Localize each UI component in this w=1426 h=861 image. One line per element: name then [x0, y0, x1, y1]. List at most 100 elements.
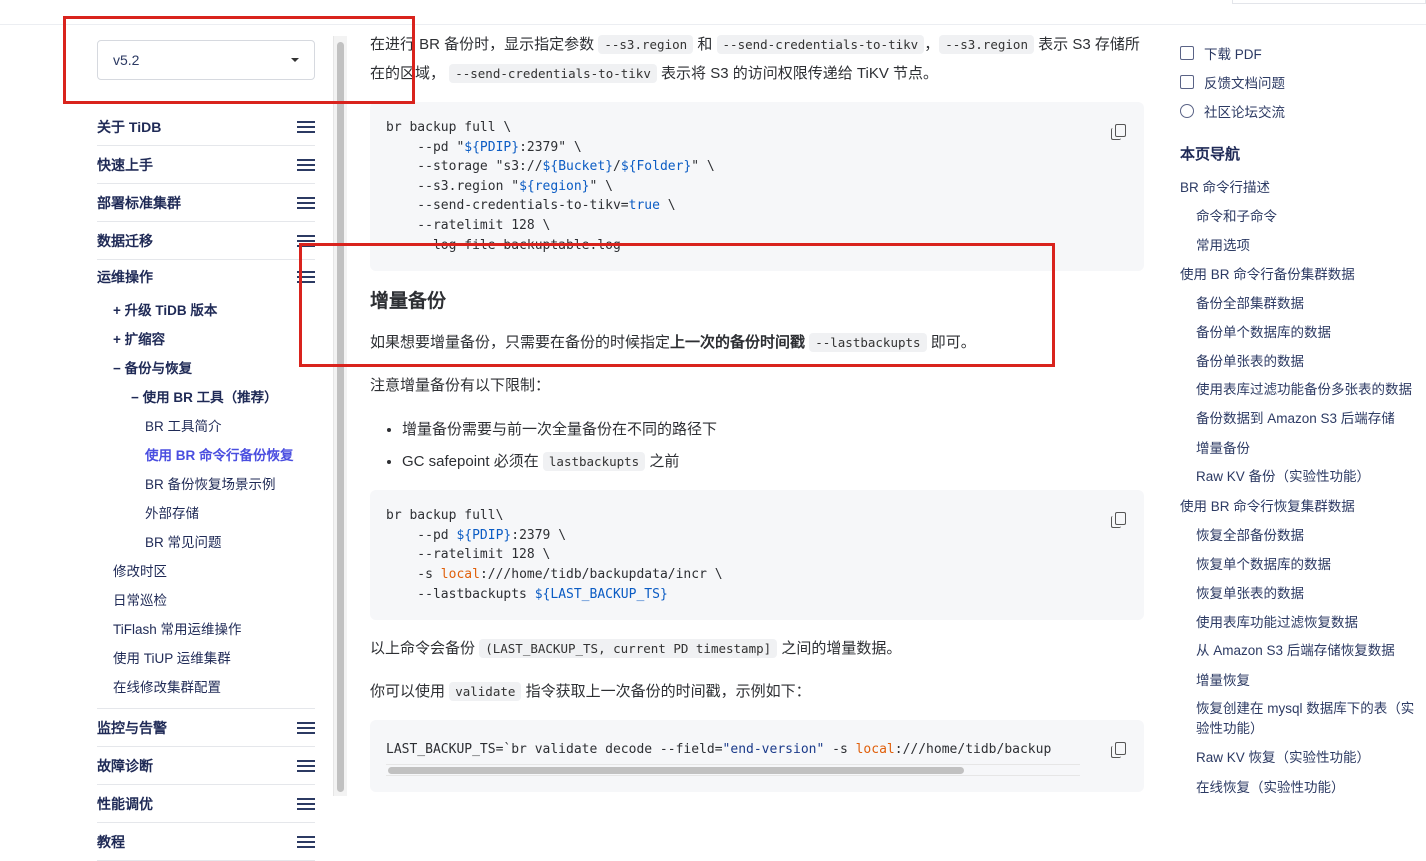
sidebar-section[interactable]: 部署标准集群 — [97, 184, 315, 222]
menu-icon[interactable] — [297, 759, 315, 772]
copy-icon[interactable] — [1111, 742, 1126, 759]
toc-link[interactable]: 备份单张表的数据 — [1180, 347, 1420, 376]
sidebar-item[interactable]: 修改时区 — [97, 555, 315, 584]
caret-down-icon — [291, 58, 299, 62]
scrollbar-thumb[interactable] — [388, 766, 964, 774]
menu-icon[interactable] — [297, 797, 315, 810]
list-item: GC safepoint 必须在 lastbackupts 之前 — [402, 446, 1144, 478]
toc-link[interactable]: 恢复全部备份数据 — [1180, 521, 1420, 550]
toc-link[interactable]: 备份数据到 Amazon S3 后端存储 — [1180, 405, 1420, 434]
toc-link[interactable]: Raw KV 恢复（实验性功能） — [1180, 744, 1420, 773]
action-label: 社区论坛交流 — [1204, 104, 1285, 120]
sidebar-item[interactable]: 外部存储 — [97, 497, 315, 526]
sidebar-item[interactable]: − 备份与恢复 — [97, 352, 315, 381]
toc-link[interactable]: 备份全部集群数据 — [1180, 289, 1420, 318]
code-token: --send-credentials-to-tikv= — [386, 198, 629, 214]
code-line: br backup full\ — [386, 506, 1128, 526]
code-line: --send-credentials-to-tikv=true \ — [386, 196, 1128, 216]
toc-link[interactable]: 恢复单个数据库的数据 — [1180, 550, 1420, 579]
sidebar-item[interactable]: BR 工具简介 — [97, 410, 315, 439]
copy-icon[interactable] — [1111, 124, 1126, 140]
sidebar-item[interactable]: BR 备份恢复场景示例 — [97, 468, 315, 497]
toc-link[interactable]: 使用表库过滤功能备份多张表的数据 — [1180, 376, 1420, 405]
sidebar-item[interactable]: 在线修改集群配置 — [97, 671, 315, 700]
toc-link[interactable]: 从 Amazon S3 后端存储恢复数据 — [1180, 637, 1420, 666]
code-token: local — [855, 742, 895, 758]
menu-icon[interactable] — [297, 158, 315, 171]
action-label: 下载 PDF — [1204, 46, 1262, 62]
toc-link[interactable]: 命令和子命令 — [1180, 202, 1420, 231]
code-token: ${region} — [519, 178, 590, 194]
text: 指令获取上一次备份的时间戳，示例如下： — [525, 683, 811, 701]
code-token: " \ — [691, 159, 715, 175]
code-lines: br backup full\ --pd ${PDIP}:2379 \ --ra… — [386, 506, 1128, 604]
sidebar-item[interactable]: 使用 BR 命令行备份恢复 — [97, 439, 315, 468]
sidebar-scrollbar-thumb[interactable] — [337, 42, 344, 792]
section-heading: 增量备份 — [370, 291, 447, 313]
sidebar-item[interactable]: TiFlash 常用运维操作 — [97, 613, 315, 642]
action-link[interactable]: 社区论坛交流 — [1180, 96, 1420, 125]
menu-icon[interactable] — [297, 835, 315, 848]
menu-icon[interactable] — [297, 271, 315, 283]
toc-link[interactable]: 恢复单张表的数据 — [1180, 579, 1420, 608]
toc-link[interactable]: 增量恢复 — [1180, 666, 1420, 695]
action-link[interactable]: 下载 PDF — [1180, 38, 1420, 67]
code-line: --storage "s3://${Bucket}/${Folder}" \ — [386, 157, 1128, 177]
code-line: LAST_BACKUP_TS=`br validate decode --fie… — [386, 740, 1080, 760]
feedback-icon — [1180, 74, 1194, 89]
code-block: LAST_BACKUP_TS=`br validate decode --fie… — [370, 720, 1144, 792]
sidebar-section[interactable]: 运维操作 — [97, 260, 315, 294]
horizontal-scrollbar[interactable] — [386, 763, 1080, 776]
menu-icon[interactable] — [297, 721, 315, 734]
sidebar-section-label: 数据迁移 — [97, 232, 153, 249]
sidebar-section[interactable]: 故障诊断 — [97, 747, 315, 785]
sidebar-section[interactable]: 数据迁移 — [97, 222, 315, 260]
inline-code: validate — [449, 682, 522, 702]
sidebar-item[interactable]: − 使用 BR 工具（推荐） — [97, 381, 315, 410]
menu-icon[interactable] — [297, 120, 315, 133]
code-token: " \ — [589, 178, 613, 194]
menu-icon[interactable] — [297, 234, 315, 247]
toc-link[interactable]: 恢复创建在 mysql 数据库下的表（实验性功能） — [1180, 695, 1420, 744]
sidebar-section[interactable]: 教程 — [97, 823, 315, 861]
code-token: :2379 \ — [511, 527, 567, 543]
header-divider — [0, 24, 1426, 25]
sidebar-section-label: 性能调优 — [97, 795, 153, 812]
sidebar-nav: 关于 TiDB 快速上手 部署标准集群数据迁移运维操作 + 升级 TiDB 版本 + 扩… — [97, 108, 315, 861]
sidebar-item[interactable]: BR 常见问题 — [97, 526, 315, 555]
toc-link[interactable]: 使用表库功能过滤恢复数据 — [1180, 608, 1420, 637]
sidebar-section[interactable]: 性能调优 — [97, 785, 315, 823]
sidebar-section[interactable]: 快速上手 — [97, 146, 315, 184]
text: 之间的增量数据。 — [781, 640, 902, 658]
paragraph: 以上命令会备份 (LAST_BACKUP_TS, current PD time… — [370, 634, 1144, 663]
sidebar-item[interactable]: + 扩缩容 — [97, 323, 315, 352]
toc-link[interactable]: 使用 BR 命令行备份集群数据 — [1180, 260, 1420, 289]
inline-code: --send-credentials-to-tikv — [716, 35, 925, 54]
text: 以上命令会备份 — [370, 640, 476, 658]
toc-link[interactable]: 增量备份 — [1180, 434, 1420, 463]
text: GC safepoint 必须在 — [402, 453, 539, 471]
sidebar-section[interactable]: 监控与告警 — [97, 709, 315, 747]
sidebar-section[interactable]: 关于 TiDB — [97, 108, 315, 146]
copy-icon[interactable] — [1111, 512, 1126, 529]
toc-link[interactable]: 备份单个数据库的数据 — [1180, 318, 1420, 347]
sidebar-item[interactable]: 使用 TiUP 运维集群 — [97, 642, 315, 671]
toc-link[interactable]: BR 命令行描述 — [1180, 173, 1420, 202]
sidebar-item[interactable]: 日常巡检 — [97, 584, 315, 613]
version-select[interactable]: v5.2 — [97, 40, 315, 80]
sidebar-scrollbar[interactable] — [333, 36, 347, 796]
forum-icon — [1180, 103, 1194, 118]
code-token: / — [613, 159, 621, 175]
toc-link[interactable]: 使用 BR 命令行恢复集群数据 — [1180, 492, 1420, 521]
toc-link[interactable]: 常用选项 — [1180, 231, 1420, 260]
sidebar-item[interactable]: + 升级 TiDB 版本 — [97, 294, 315, 323]
inline-code: lastbackupts — [542, 452, 646, 472]
toc-link[interactable]: Raw KV 备份（实验性功能） — [1180, 463, 1420, 492]
action-link[interactable]: 反馈文档问题 — [1180, 67, 1420, 96]
text: 如果想要增量备份，只需要在备份的时候指定 — [370, 334, 671, 352]
toc-link[interactable]: 在线恢复（实验性功能） — [1180, 773, 1420, 802]
menu-icon[interactable] — [297, 196, 315, 209]
sidebar-section-label: 监控与告警 — [97, 719, 167, 736]
text: 之前 — [649, 453, 680, 471]
code-line: --ratelimit 128 \ — [386, 216, 1128, 236]
